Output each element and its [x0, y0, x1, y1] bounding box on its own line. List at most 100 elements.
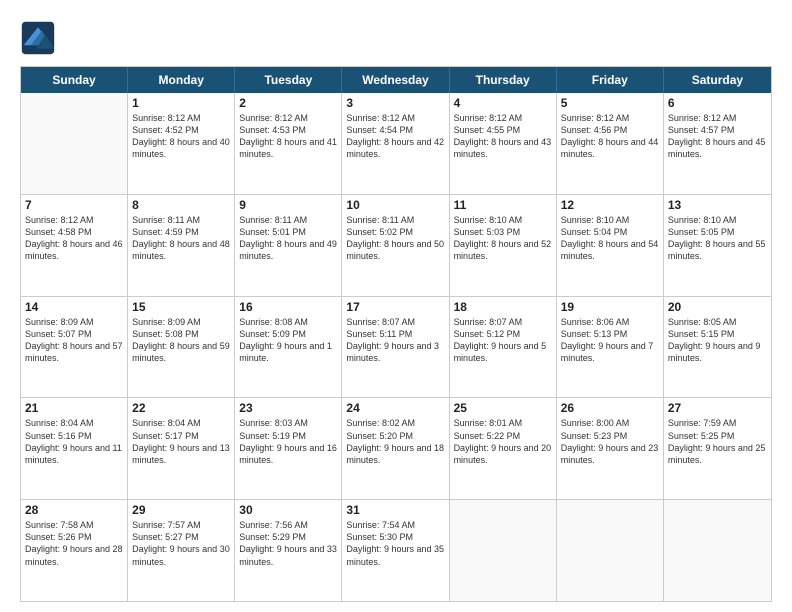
- day-number: 11: [454, 198, 552, 212]
- day-info: Sunrise: 7:58 AM Sunset: 5:26 PM Dayligh…: [25, 519, 123, 568]
- day-number: 17: [346, 300, 444, 314]
- day-info: Sunrise: 8:11 AM Sunset: 5:01 PM Dayligh…: [239, 214, 337, 263]
- day-info: Sunrise: 8:09 AM Sunset: 5:07 PM Dayligh…: [25, 316, 123, 365]
- calendar-cell: 23 Sunrise: 8:03 AM Sunset: 5:19 PM Dayli…: [235, 398, 342, 499]
- calendar-cell: 15 Sunrise: 8:09 AM Sunset: 5:08 PM Dayli…: [128, 297, 235, 398]
- calendar-cell: [450, 500, 557, 601]
- day-info: Sunrise: 7:56 AM Sunset: 5:29 PM Dayligh…: [239, 519, 337, 568]
- day-info: Sunrise: 8:09 AM Sunset: 5:08 PM Dayligh…: [132, 316, 230, 365]
- day-name-thursday: Thursday: [450, 67, 557, 93]
- day-number: 19: [561, 300, 659, 314]
- calendar-cell: 16 Sunrise: 8:08 AM Sunset: 5:09 PM Dayli…: [235, 297, 342, 398]
- calendar-body: 1 Sunrise: 8:12 AM Sunset: 4:52 PM Daylig…: [21, 93, 771, 601]
- calendar-cell: 30 Sunrise: 7:56 AM Sunset: 5:29 PM Dayli…: [235, 500, 342, 601]
- day-number: 3: [346, 96, 444, 110]
- calendar-row: 1 Sunrise: 8:12 AM Sunset: 4:52 PM Daylig…: [21, 93, 771, 194]
- calendar-cell: 27Sunrise: 7:59 AM Sunset: 5:25 PM Dayli…: [664, 398, 771, 499]
- day-info: Sunrise: 8:11 AM Sunset: 5:02 PM Dayligh…: [346, 214, 444, 263]
- calendar-cell: 25 Sunrise: 8:01 AM Sunset: 5:22 PM Dayli…: [450, 398, 557, 499]
- day-number: 1: [132, 96, 230, 110]
- day-name-saturday: Saturday: [664, 67, 771, 93]
- day-info: Sunrise: 8:12 AM Sunset: 4:58 PM Dayligh…: [25, 214, 123, 263]
- calendar-cell: 29 Sunrise: 7:57 AM Sunset: 5:27 PM Dayli…: [128, 500, 235, 601]
- day-number: 28: [25, 503, 123, 517]
- day-name-monday: Monday: [128, 67, 235, 93]
- calendar-cell: 8 Sunrise: 8:11 AM Sunset: 4:59 PM Daylig…: [128, 195, 235, 296]
- calendar-cell: 11 Sunrise: 8:10 AM Sunset: 5:03 PM Dayli…: [450, 195, 557, 296]
- day-info: Sunrise: 8:12 AM Sunset: 4:57 PM Dayligh…: [668, 112, 767, 161]
- calendar-cell: 9 Sunrise: 8:11 AM Sunset: 5:01 PM Daylig…: [235, 195, 342, 296]
- day-info: Sunrise: 8:12 AM Sunset: 4:54 PM Dayligh…: [346, 112, 444, 161]
- logo: [20, 20, 60, 56]
- day-number: 31: [346, 503, 444, 517]
- calendar-cell: [664, 500, 771, 601]
- day-info: Sunrise: 7:57 AM Sunset: 5:27 PM Dayligh…: [132, 519, 230, 568]
- day-number: 16: [239, 300, 337, 314]
- calendar-cell: 10 Sunrise: 8:11 AM Sunset: 5:02 PM Dayli…: [342, 195, 449, 296]
- calendar-row: 21Sunrise: 8:04 AM Sunset: 5:16 PM Dayli…: [21, 397, 771, 499]
- day-name-tuesday: Tuesday: [235, 67, 342, 93]
- day-info: Sunrise: 8:10 AM Sunset: 5:03 PM Dayligh…: [454, 214, 552, 263]
- day-info: Sunrise: 8:06 AM Sunset: 5:13 PM Dayligh…: [561, 316, 659, 365]
- calendar-cell: 20Sunrise: 8:05 AM Sunset: 5:15 PM Dayli…: [664, 297, 771, 398]
- calendar-cell: 1 Sunrise: 8:12 AM Sunset: 4:52 PM Daylig…: [128, 93, 235, 194]
- day-number: 10: [346, 198, 444, 212]
- day-info: Sunrise: 8:03 AM Sunset: 5:19 PM Dayligh…: [239, 417, 337, 466]
- calendar-cell: 2Sunrise: 8:12 AM Sunset: 4:53 PM Daylig…: [235, 93, 342, 194]
- day-info: Sunrise: 8:02 AM Sunset: 5:20 PM Dayligh…: [346, 417, 444, 466]
- day-info: Sunrise: 8:07 AM Sunset: 5:11 PM Dayligh…: [346, 316, 444, 365]
- day-number: 12: [561, 198, 659, 212]
- day-info: Sunrise: 8:11 AM Sunset: 4:59 PM Dayligh…: [132, 214, 230, 263]
- calendar-cell: 5Sunrise: 8:12 AM Sunset: 4:56 PM Daylig…: [557, 93, 664, 194]
- day-info: Sunrise: 8:01 AM Sunset: 5:22 PM Dayligh…: [454, 417, 552, 466]
- calendar-header: SundayMondayTuesdayWednesdayThursdayFrid…: [21, 67, 771, 93]
- calendar-cell: 12 Sunrise: 8:10 AM Sunset: 5:04 PM Dayli…: [557, 195, 664, 296]
- day-number: 6: [668, 96, 767, 110]
- calendar-cell: 26Sunrise: 8:00 AM Sunset: 5:23 PM Dayli…: [557, 398, 664, 499]
- day-info: Sunrise: 8:10 AM Sunset: 5:05 PM Dayligh…: [668, 214, 767, 263]
- day-number: 22: [132, 401, 230, 415]
- calendar-cell: [21, 93, 128, 194]
- day-info: Sunrise: 8:07 AM Sunset: 5:12 PM Dayligh…: [454, 316, 552, 365]
- calendar-cell: 24 Sunrise: 8:02 AM Sunset: 5:20 PM Dayli…: [342, 398, 449, 499]
- calendar: SundayMondayTuesdayWednesdayThursdayFrid…: [20, 66, 772, 602]
- calendar-cell: 7Sunrise: 8:12 AM Sunset: 4:58 PM Daylig…: [21, 195, 128, 296]
- calendar-cell: 28 Sunrise: 7:58 AM Sunset: 5:26 PM Dayli…: [21, 500, 128, 601]
- day-name-sunday: Sunday: [21, 67, 128, 93]
- day-number: 23: [239, 401, 337, 415]
- day-number: 9: [239, 198, 337, 212]
- calendar-row: 14 Sunrise: 8:09 AM Sunset: 5:07 PM Dayli…: [21, 296, 771, 398]
- day-number: 4: [454, 96, 552, 110]
- general-blue-logo-icon: [20, 20, 56, 56]
- day-number: 2: [239, 96, 337, 110]
- day-number: 15: [132, 300, 230, 314]
- calendar-cell: 13 Sunrise: 8:10 AM Sunset: 5:05 PM Dayli…: [664, 195, 771, 296]
- header: [20, 20, 772, 56]
- calendar-cell: 18 Sunrise: 8:07 AM Sunset: 5:12 PM Dayli…: [450, 297, 557, 398]
- calendar-cell: 31 Sunrise: 7:54 AM Sunset: 5:30 PM Dayli…: [342, 500, 449, 601]
- day-number: 20: [668, 300, 767, 314]
- day-info: Sunrise: 8:10 AM Sunset: 5:04 PM Dayligh…: [561, 214, 659, 263]
- day-number: 18: [454, 300, 552, 314]
- day-number: 27: [668, 401, 767, 415]
- day-info: Sunrise: 8:08 AM Sunset: 5:09 PM Dayligh…: [239, 316, 337, 365]
- day-number: 8: [132, 198, 230, 212]
- day-number: 25: [454, 401, 552, 415]
- day-info: Sunrise: 8:12 AM Sunset: 4:52 PM Dayligh…: [132, 112, 230, 161]
- day-number: 13: [668, 198, 767, 212]
- day-info: Sunrise: 7:54 AM Sunset: 5:30 PM Dayligh…: [346, 519, 444, 568]
- day-number: 14: [25, 300, 123, 314]
- calendar-cell: 6 Sunrise: 8:12 AM Sunset: 4:57 PM Daylig…: [664, 93, 771, 194]
- calendar-cell: 22Sunrise: 8:04 AM Sunset: 5:17 PM Dayli…: [128, 398, 235, 499]
- calendar-row: 28 Sunrise: 7:58 AM Sunset: 5:26 PM Dayli…: [21, 499, 771, 601]
- calendar-cell: 14 Sunrise: 8:09 AM Sunset: 5:07 PM Dayli…: [21, 297, 128, 398]
- day-number: 5: [561, 96, 659, 110]
- calendar-cell: 4Sunrise: 8:12 AM Sunset: 4:55 PM Daylig…: [450, 93, 557, 194]
- calendar-cell: 21Sunrise: 8:04 AM Sunset: 5:16 PM Dayli…: [21, 398, 128, 499]
- day-name-wednesday: Wednesday: [342, 67, 449, 93]
- day-number: 30: [239, 503, 337, 517]
- day-number: 29: [132, 503, 230, 517]
- day-number: 24: [346, 401, 444, 415]
- calendar-cell: [557, 500, 664, 601]
- calendar-row: 7Sunrise: 8:12 AM Sunset: 4:58 PM Daylig…: [21, 194, 771, 296]
